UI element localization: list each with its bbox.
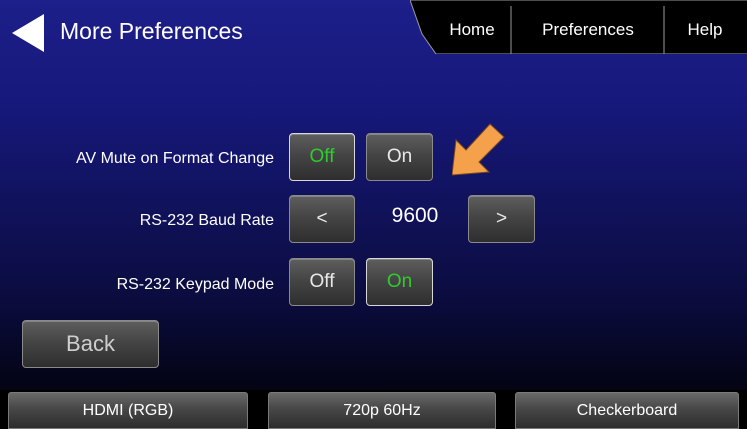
- status-pattern-button[interactable]: Checkerboard: [515, 392, 739, 429]
- baud-rate-decrement-button[interactable]: <: [289, 195, 355, 243]
- back-triangle-icon[interactable]: [10, 12, 46, 54]
- status-interface-button[interactable]: HDMI (RGB): [8, 392, 248, 429]
- av-mute-label: AV Mute on Format Change: [75, 150, 274, 167]
- back-button[interactable]: Back: [22, 320, 159, 368]
- page-title: More Preferences: [60, 18, 243, 44]
- tab-help[interactable]: Help: [665, 20, 745, 40]
- status-format-button[interactable]: 720p 60Hz: [268, 392, 496, 429]
- baud-rate-increment-button[interactable]: >: [468, 195, 535, 243]
- baud-rate-value: 9600: [391, 204, 439, 227]
- av-mute-off-button[interactable]: Off: [289, 133, 355, 181]
- tab-home[interactable]: Home: [432, 20, 512, 40]
- tab-preferences[interactable]: Preferences: [512, 20, 664, 40]
- keypad-mode-on-button[interactable]: On: [366, 258, 433, 306]
- tab-bar: Home Preferences Help: [410, 0, 747, 54]
- screen: More Preferences Home Preferences Help A…: [0, 0, 747, 429]
- keypad-mode-off-button[interactable]: Off: [289, 258, 355, 306]
- keypad-mode-label: RS-232 Keypad Mode: [116, 276, 274, 293]
- baud-rate-label: RS-232 Baud Rate: [139, 212, 274, 229]
- av-mute-on-button[interactable]: On: [366, 133, 433, 181]
- pointer-arrow-icon: [452, 123, 505, 176]
